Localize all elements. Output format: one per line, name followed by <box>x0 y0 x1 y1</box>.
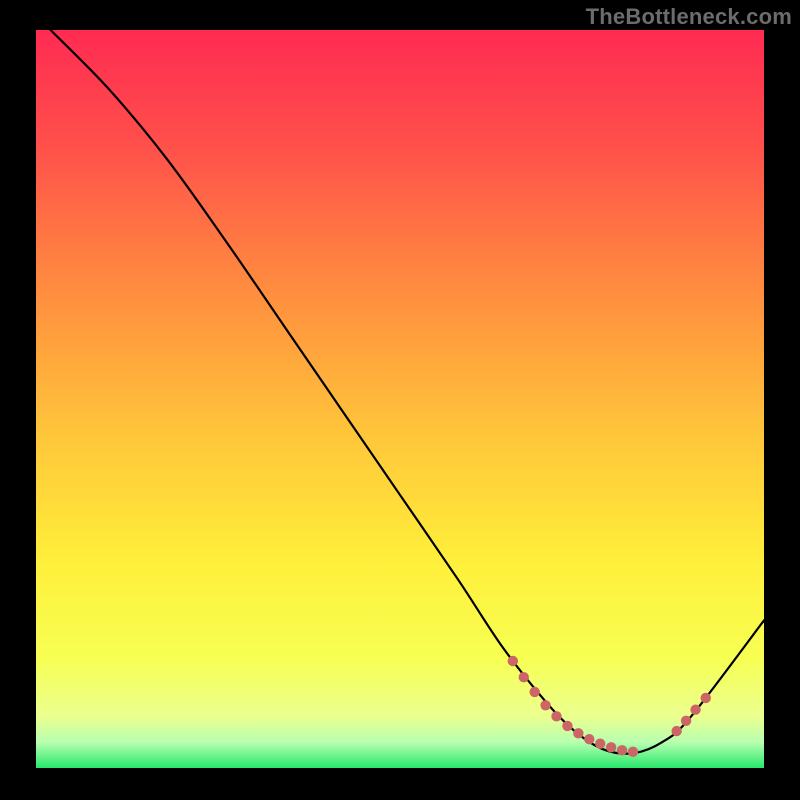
highlight-dot <box>681 716 691 726</box>
highlight-dot <box>701 693 711 703</box>
chart-stage: TheBottleneck.com <box>0 0 800 800</box>
plot-background <box>36 30 764 768</box>
bottleneck-chart <box>0 0 800 800</box>
highlight-dot <box>584 734 594 744</box>
highlight-dot <box>551 711 561 721</box>
highlight-dot <box>690 704 700 714</box>
highlight-dot <box>573 728 583 738</box>
highlight-dot <box>671 726 681 736</box>
highlight-dot <box>508 656 518 666</box>
highlight-dot <box>529 687 539 697</box>
highlight-dot <box>628 747 638 757</box>
highlight-dot <box>540 700 550 710</box>
highlight-dot <box>617 745 627 755</box>
watermark-text: TheBottleneck.com <box>586 4 792 30</box>
highlight-dot <box>595 738 605 748</box>
highlight-dot <box>519 672 529 682</box>
highlight-dot <box>562 721 572 731</box>
highlight-dot <box>606 742 616 752</box>
